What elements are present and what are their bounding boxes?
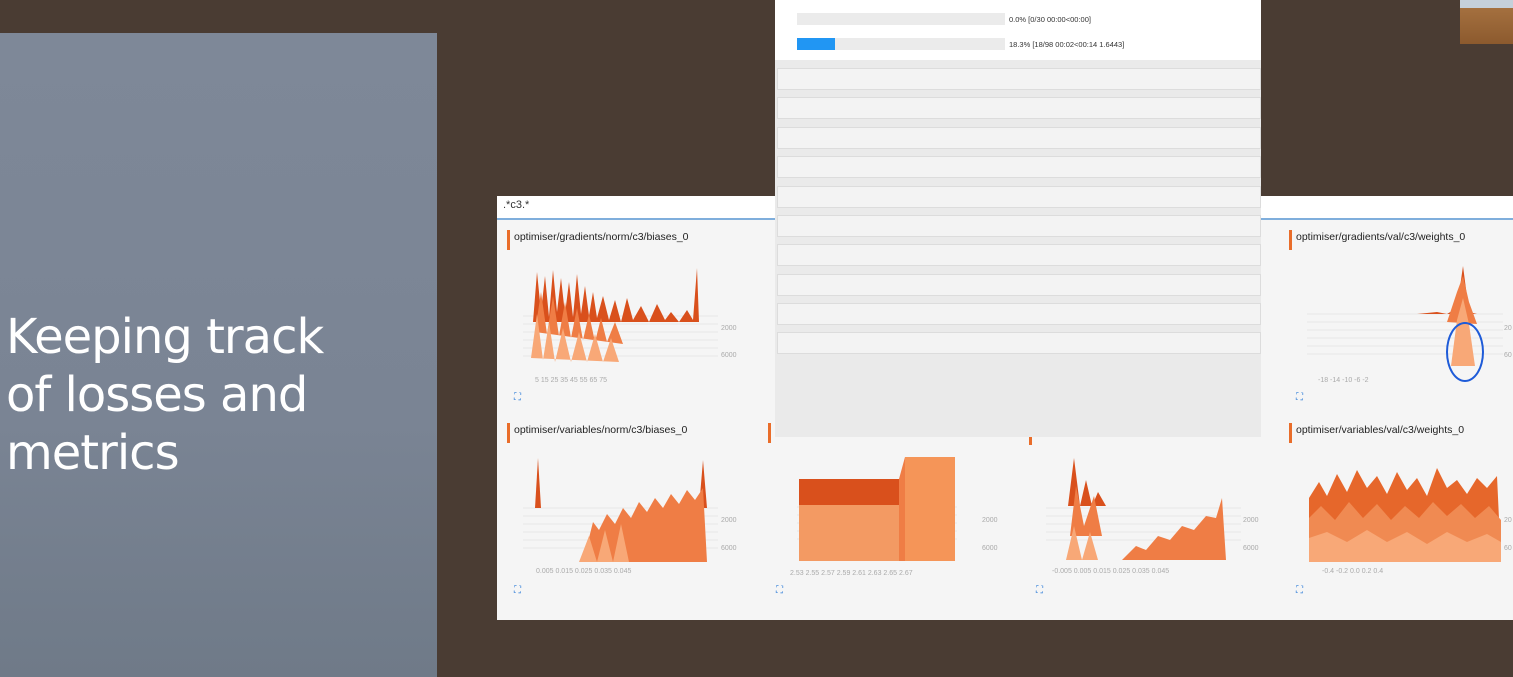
step-label: 60 xyxy=(1504,545,1512,552)
slide-title-line-3: metrics xyxy=(6,425,180,481)
output-row xyxy=(777,244,1261,266)
histogram-chart xyxy=(523,268,718,362)
step-label: 6000 xyxy=(721,352,737,359)
slide-title: Keeping track of losses and metrics xyxy=(6,308,426,482)
output-row xyxy=(777,215,1261,237)
slide-title-line-1: Keeping track xyxy=(6,309,324,365)
histogram-chart xyxy=(1046,458,1241,560)
histogram-chart xyxy=(523,458,718,562)
card-color-marker xyxy=(768,423,771,443)
step-label: 2000 xyxy=(721,325,737,332)
card-title: optimiser/variables/val/c3/weights_0 xyxy=(1296,424,1465,436)
x-axis-ticks: 0.005 0.015 0.025 0.035 0.045 xyxy=(536,568,632,575)
card-title: optimiser/gradients/val/c3/weights_0 xyxy=(1296,231,1466,243)
step-label: 2000 xyxy=(982,517,998,524)
card-color-marker xyxy=(1289,230,1292,250)
epoch-progress-bar xyxy=(797,13,1005,25)
histogram-chart xyxy=(1309,468,1501,562)
slide-title-line-2: of losses and xyxy=(6,367,308,423)
card-color-marker xyxy=(1289,423,1292,443)
output-row xyxy=(777,97,1261,119)
expand-icon[interactable]: ⛶ xyxy=(514,586,524,596)
expand-icon[interactable]: ⛶ xyxy=(1296,586,1306,596)
output-row xyxy=(777,274,1261,296)
expand-icon[interactable]: ⛶ xyxy=(514,393,524,403)
step-label: 6000 xyxy=(1243,545,1259,552)
step-label: 2000 xyxy=(1243,517,1259,524)
output-row xyxy=(777,332,1261,354)
step-label: 2000 xyxy=(721,517,737,524)
output-row xyxy=(777,127,1261,149)
step-label: 60 xyxy=(1504,352,1512,359)
x-axis-ticks: -0.005 0.005 0.015 0.025 0.035 0.045 xyxy=(1052,568,1170,575)
tag-filter-input[interactable]: .*c3.* xyxy=(503,199,529,211)
output-row xyxy=(777,303,1261,325)
histogram-chart xyxy=(797,457,957,561)
highlight-circle xyxy=(1446,322,1484,382)
x-axis-ticks: 5 15 25 35 45 55 65 75 xyxy=(535,377,608,384)
x-axis-ticks: -0.4 -0.2 0.0 0.2 0.4 xyxy=(1322,568,1384,575)
output-row xyxy=(777,68,1261,90)
step-label: 20 xyxy=(1504,517,1512,524)
card-color-marker xyxy=(507,423,510,443)
step-label: 6000 xyxy=(721,545,737,552)
card-color-marker xyxy=(507,230,510,250)
expand-icon[interactable]: ⛶ xyxy=(1296,393,1306,403)
epoch-progress-text: 0.0% [0/30 00:00<00:00] xyxy=(1009,15,1091,24)
progress-bars-area xyxy=(775,0,1261,60)
batch-progress-text: 18.3% [18/98 00:02<00:14 1.6443] xyxy=(1009,40,1125,49)
corner-image xyxy=(1460,0,1513,44)
output-row xyxy=(777,156,1261,178)
step-label: 20 xyxy=(1504,325,1512,332)
output-row xyxy=(777,186,1261,208)
step-label: 6000 xyxy=(982,545,998,552)
x-axis-ticks: 2.53 2.55 2.57 2.59 2.61 2.63 2.65 2.67 xyxy=(790,570,913,577)
batch-progress-fill xyxy=(797,38,835,50)
x-axis-ticks: -18 -14 -10 -6 -2 xyxy=(1318,377,1369,384)
card-title: optimiser/variables/norm/c3/biases_0 xyxy=(514,424,688,436)
expand-icon[interactable]: ⛶ xyxy=(1036,586,1046,596)
card-title: optimiser/gradients/norm/c3/biases_0 xyxy=(514,231,689,243)
expand-icon[interactable]: ⛶ xyxy=(776,586,786,596)
